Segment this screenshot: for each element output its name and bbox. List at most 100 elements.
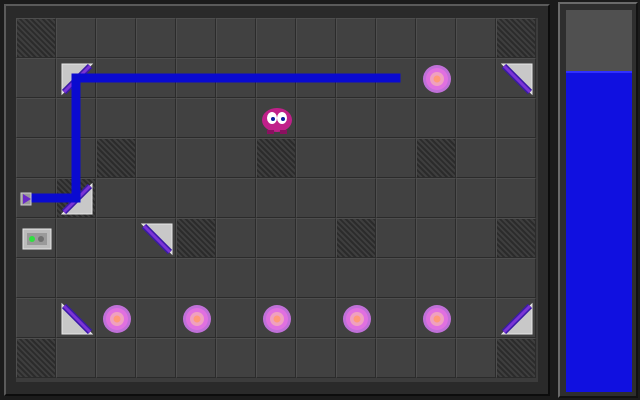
kettle-icon[interactable] [417, 59, 457, 99]
game-board[interactable] [16, 18, 538, 382]
floor-tile [296, 338, 336, 378]
floor-tile [416, 258, 456, 298]
floor-tile [216, 58, 256, 98]
floor-tile [216, 98, 256, 138]
floor-tile [56, 298, 96, 338]
floor-tile [296, 58, 336, 98]
floor-tile [256, 218, 296, 258]
floor-tile [16, 298, 56, 338]
floor-tile [16, 138, 56, 178]
floor-tile [456, 18, 496, 58]
floor-tile [496, 258, 536, 298]
kettle-icon[interactable] [97, 299, 137, 339]
wall-block [16, 18, 56, 58]
floor-tile [256, 298, 296, 338]
floor-tile [416, 178, 456, 218]
floor-tile [56, 258, 96, 298]
energy-gauge-track [566, 10, 632, 392]
floor-tile [296, 138, 336, 178]
floor-tile [256, 98, 296, 138]
floor-tile [296, 98, 336, 138]
wall-block [336, 218, 376, 258]
floor-tile [16, 258, 56, 298]
floor-tile [136, 18, 176, 58]
floor-tile [56, 98, 96, 138]
floor-tile [376, 258, 416, 298]
floor-tile [296, 18, 336, 58]
laser-cannon-icon[interactable] [17, 179, 57, 219]
floor-tile [56, 218, 96, 258]
floor-tile [176, 98, 216, 138]
floor-tile [136, 218, 176, 258]
floor-tile [336, 18, 376, 58]
floor-tile [416, 338, 456, 378]
receiver-icon[interactable] [17, 219, 57, 259]
floor-tile [496, 178, 536, 218]
floor-tile [56, 338, 96, 378]
floor-tile [336, 338, 376, 378]
floor-tile [136, 338, 176, 378]
floor-tile [16, 178, 56, 218]
floor-tile [256, 258, 296, 298]
wall-block [496, 18, 536, 58]
floor-tile [216, 258, 256, 298]
energy-gauge-fill [566, 71, 632, 392]
floor-tile [96, 258, 136, 298]
kettle-icon[interactable] [417, 299, 457, 339]
kettle-icon[interactable] [337, 299, 377, 339]
floor-tile [376, 18, 416, 58]
floor-tile [496, 58, 536, 98]
floor-tile [296, 218, 336, 258]
floor-tile [216, 338, 256, 378]
floor-tile [336, 258, 376, 298]
floor-tile [96, 98, 136, 138]
floor-tile [136, 58, 176, 98]
wall-block [96, 138, 136, 178]
player-icon[interactable] [257, 99, 297, 139]
floor-tile [16, 58, 56, 98]
floor-tile [336, 138, 376, 178]
floor-tile [456, 58, 496, 98]
floor-tile [96, 218, 136, 258]
floor-tile [216, 138, 256, 178]
kettle-icon[interactable] [257, 299, 297, 339]
floor-tile [296, 258, 336, 298]
floor-tile [96, 298, 136, 338]
floor-tile [176, 258, 216, 298]
wall-block [496, 218, 536, 258]
floor-tile [136, 258, 176, 298]
floor-tile [496, 298, 536, 338]
floor-tile [216, 218, 256, 258]
floor-tile [136, 98, 176, 138]
floor-tile [416, 18, 456, 58]
floor-tile [336, 58, 376, 98]
mirror-icon[interactable] [57, 299, 97, 339]
kettle-icon[interactable] [177, 299, 217, 339]
floor-tile [176, 138, 216, 178]
floor-tile [376, 178, 416, 218]
floor-tile [256, 18, 296, 58]
mirror-icon[interactable] [57, 59, 97, 99]
wall-block [16, 338, 56, 378]
mirror-icon[interactable] [497, 299, 537, 339]
floor-tile [336, 298, 376, 338]
floor-tile [176, 178, 216, 218]
floor-tile [376, 298, 416, 338]
floor-tile [376, 58, 416, 98]
mirror-icon[interactable] [137, 219, 177, 259]
floor-tile [296, 298, 336, 338]
floor-tile [456, 178, 496, 218]
wall-block [496, 338, 536, 378]
wall-block [416, 138, 456, 178]
floor-tile [496, 98, 536, 138]
floor-tile [416, 58, 456, 98]
mirror-icon[interactable] [57, 179, 97, 219]
floor-tile [256, 58, 296, 98]
floor-tile [176, 338, 216, 378]
floor-tile [136, 298, 176, 338]
wall-block [56, 178, 96, 218]
mirror-icon[interactable] [497, 59, 537, 99]
floor-tile [336, 98, 376, 138]
floor-tile [456, 338, 496, 378]
floor-tile [56, 18, 96, 58]
